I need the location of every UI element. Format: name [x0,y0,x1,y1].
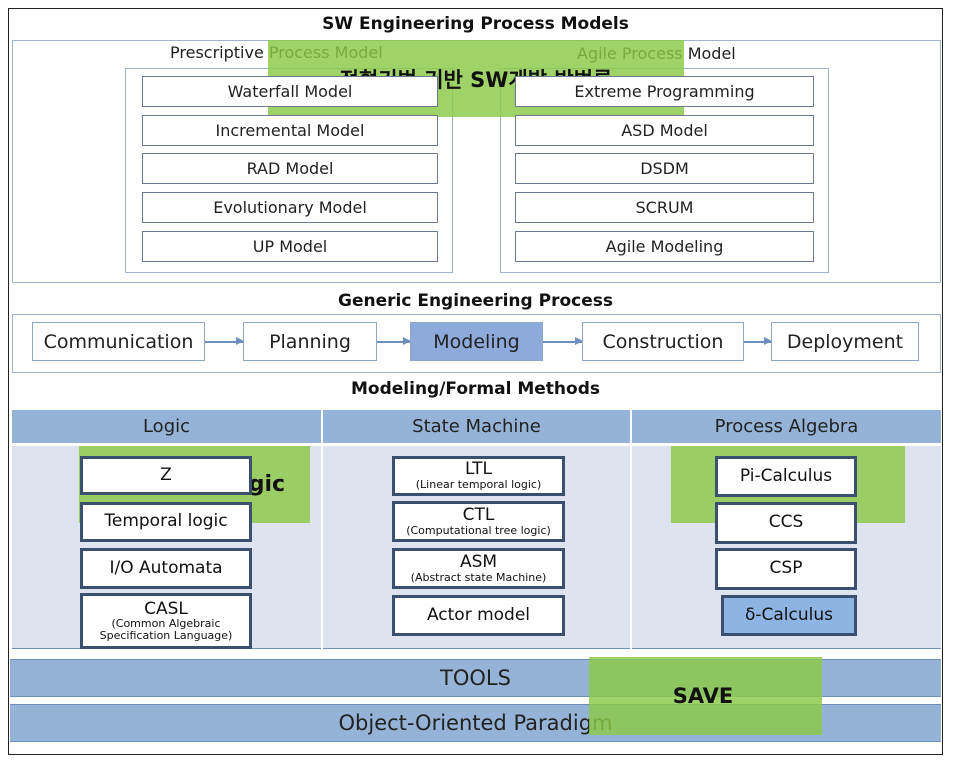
divider [321,410,323,649]
method-ctl: CTL (Computational tree logic) [392,501,565,542]
method-name: CASL [144,598,188,619]
prescriptive-model-item: RAD Model [142,153,438,184]
method-casl: CASL (Common Algebraic Specification Lang… [80,593,252,649]
method-name: CCS [768,512,804,533]
prescriptive-model-item: Incremental Model [142,115,438,146]
agile-model-item: DSDM [515,153,814,184]
arrow-icon [377,338,411,344]
method-description: (Abstract state Machine) [410,570,547,584]
method-pi-calculus: Pi-Calculus [715,456,857,497]
divider [630,410,632,649]
method-z: Z [80,456,252,495]
method-actor-model: Actor model [392,595,565,636]
prescriptive-model-item: Evolutionary Model [142,192,438,223]
column-process-algebra: Process Algebra [632,410,941,443]
method-name: LTL [465,459,492,480]
arrow-icon [205,338,244,344]
prescriptive-model-item: Waterfall Model [142,76,438,107]
agile-model-item: ASD Model [515,115,814,146]
process-step-communication: Communication [32,322,205,361]
method-name: Temporal logic [104,511,228,532]
method-description: (Common Algebraic Specification Language… [99,617,233,642]
diagram: SW Engineering Process Models Prescripti… [0,0,957,763]
save-button[interactable]: SAVE [589,657,822,735]
process-step-construction: Construction [582,322,744,361]
method-name: δ-Calculus [744,604,834,625]
method-name: Actor model [426,604,531,625]
column-state-machine: State Machine [323,410,630,443]
agile-model-item: SCRUM [515,192,814,223]
method-description: (Computational tree logic) [406,523,551,537]
method-csp: CSP [715,548,857,590]
process-step-deployment: Deployment [771,322,919,361]
method--calculus: δ-Calculus [721,595,857,636]
page-title: SW Engineering Process Models [322,14,629,34]
arrow-icon [543,338,583,344]
agile-model-item: Extreme Programming [515,76,814,107]
method-description: (Linear temporal logic) [415,478,542,492]
column-logic: Logic [12,410,321,443]
generic-title: Generic Engineering Process [338,291,613,311]
method-name: CTL [462,504,495,525]
method-ltl: LTL (Linear temporal logic) [392,456,565,496]
method-temporal-logic: Temporal logic [80,502,252,542]
formal-title: Modeling/Formal Methods [351,379,600,399]
method-i-o-automata: I/O Automata [80,548,252,589]
method-name: Pi-Calculus [739,465,833,486]
method-name: Z [160,464,172,485]
prescriptive-model-item: UP Model [142,231,438,262]
method-ccs: CCS [715,502,857,544]
method-name: I/O Automata [109,557,223,578]
arrow-icon [744,338,772,344]
process-step-modeling: Modeling [410,322,543,361]
process-step-planning: Planning [243,322,377,361]
method-asm: ASM (Abstract state Machine) [392,548,565,589]
agile-model-item: Agile Modeling [515,231,814,262]
method-name: ASM [459,551,498,572]
method-name: CSP [769,558,803,579]
